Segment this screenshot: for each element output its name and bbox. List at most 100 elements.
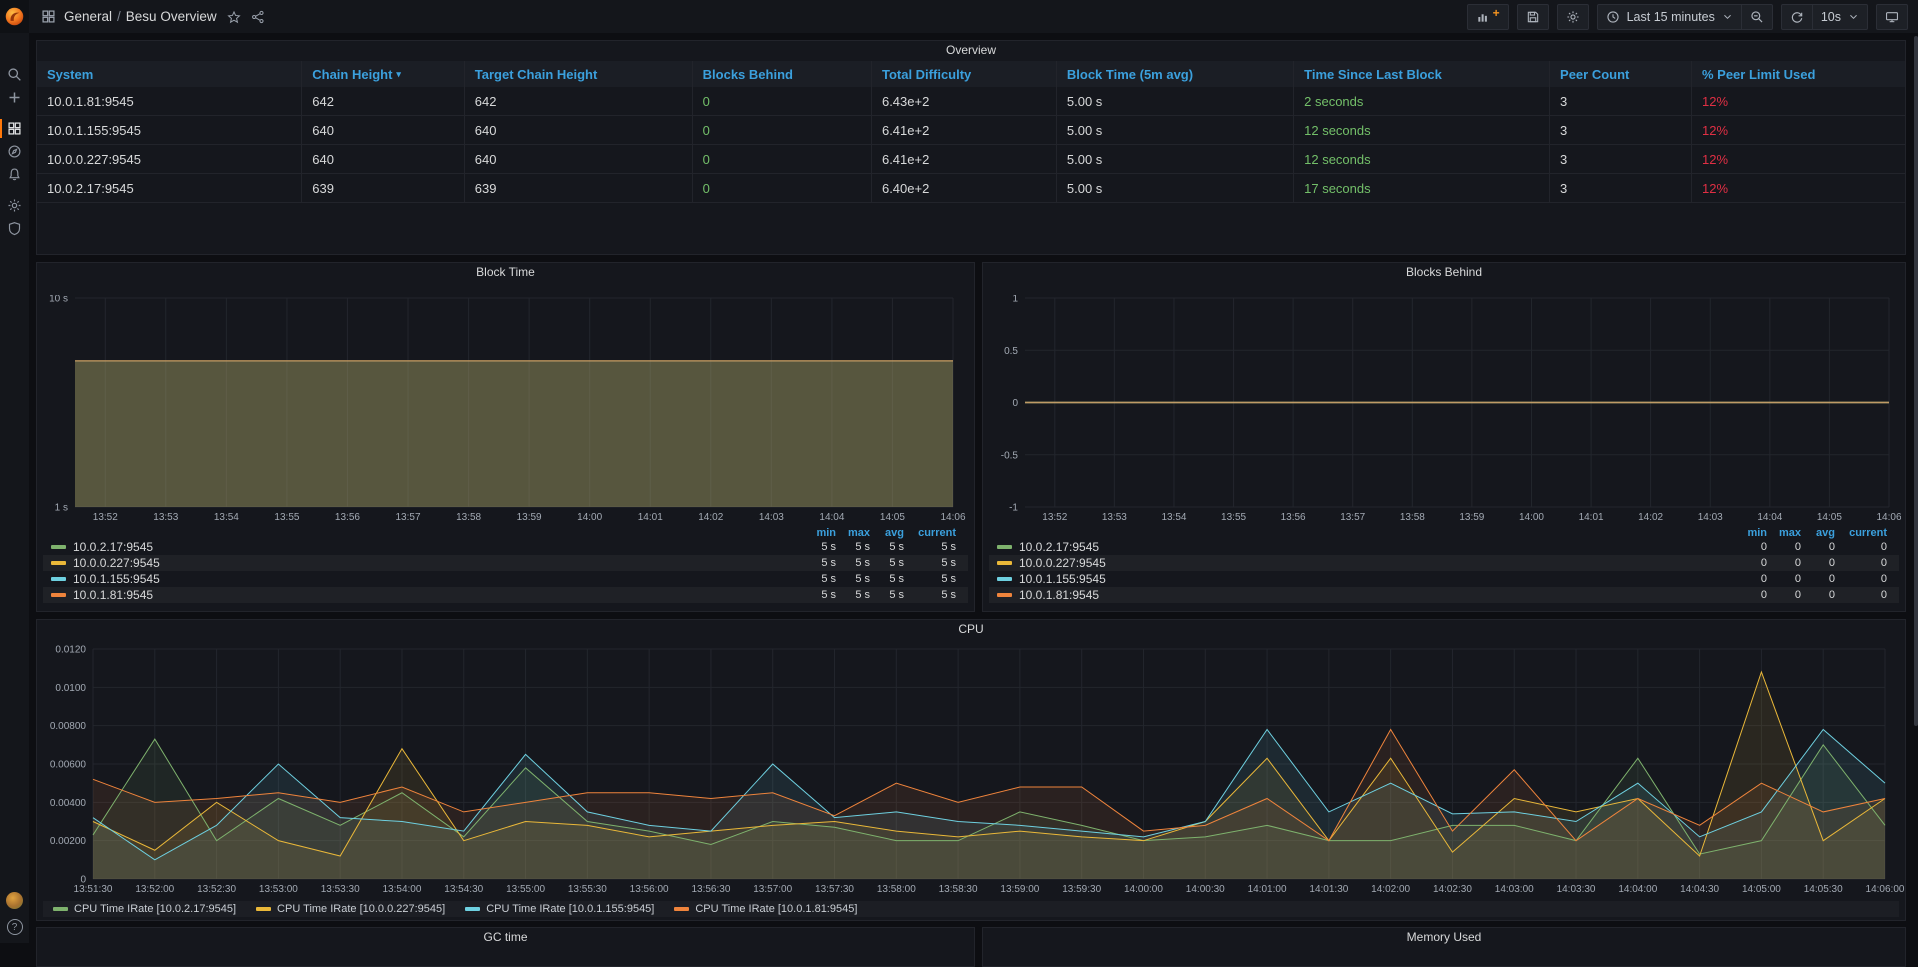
help-button[interactable]: ? [7,919,23,935]
table-cell: 17 seconds [1294,174,1550,203]
panel-title-block-time[interactable]: Block Time [37,263,974,281]
legend-series-item[interactable]: CPU Time IRate [10.0.1.81:9545] [674,903,857,915]
grafana-logo[interactable] [0,0,29,33]
table-cell: 642 [302,87,465,116]
table-cell: 5.00 s [1057,116,1294,145]
add-panel-icon [1476,10,1490,24]
refresh-button[interactable] [1781,4,1813,30]
legend-series-label[interactable]: 10.0.0.227:9545 [1019,556,1721,570]
search-button[interactable] [0,63,29,86]
cpu-chart: 0.01200.01000.008000.006000.004000.00200… [45,641,1907,897]
explore-button[interactable] [0,140,29,163]
x-tick-label: 13:55 [274,512,299,523]
panel-title-overview[interactable]: Overview [37,41,1905,59]
legend-swatch [997,577,1012,581]
create-button[interactable] [0,86,29,109]
star-dashboard-button[interactable] [227,10,241,24]
legend-series-label: CPU Time IRate [10.0.1.81:9545] [695,903,857,915]
add-panel-button[interactable]: + [1467,4,1509,30]
column-header[interactable]: % Peer Limit Used [1692,61,1905,87]
x-tick-label: 13:52:00 [135,884,174,895]
dashboard-settings-button[interactable] [1557,4,1589,30]
panel-title-memory-used[interactable]: Memory Used [983,928,1905,946]
legend-series-label[interactable]: 10.0.1.155:9545 [1019,572,1721,586]
breadcrumb-section[interactable]: General [64,9,112,24]
scrollbar-track [1913,33,1918,943]
user-avatar[interactable] [6,892,23,909]
column-header[interactable]: Total Difficulty [872,61,1057,87]
column-header[interactable]: Blocks Behind [693,61,872,87]
zoom-out-button[interactable] [1742,4,1773,30]
panel-title-blocks-behind[interactable]: Blocks Behind [983,263,1905,281]
legend-stat-value: 5 s [870,541,904,553]
x-tick-label: 13:56 [335,512,360,523]
legend-stat-header[interactable]: current [1835,527,1887,539]
legend-stat-value: 5 s [904,573,956,585]
legend-stat-value: 0 [1767,573,1801,585]
legend-series-label[interactable]: 10.0.2.17:9545 [73,540,790,554]
legend-series-label[interactable]: 10.0.1.155:9545 [73,572,790,586]
x-tick-label: 14:04 [819,512,844,523]
legend-stat-header[interactable]: min [790,527,836,539]
legend-stat-header[interactable]: min [1721,527,1767,539]
column-header[interactable]: Target Chain Height [465,61,693,87]
legend-series-label[interactable]: 10.0.0.227:9545 [73,556,790,570]
x-tick-label: 14:04 [1757,512,1782,523]
bell-icon [7,167,22,182]
alerting-button[interactable] [0,163,29,186]
legend-series-label[interactable]: 10.0.1.81:9545 [1019,588,1721,602]
legend-stat-value: 0 [1721,557,1767,569]
save-dashboard-button[interactable] [1517,4,1549,30]
panel-title-cpu[interactable]: CPU [37,620,1905,638]
cycle-view-mode-button[interactable] [1876,4,1908,30]
scrollbar-thumb[interactable] [1914,36,1918,726]
legend-stat-header[interactable]: max [836,527,870,539]
legend-stat-header[interactable]: avg [870,527,904,539]
legend-stat-header[interactable]: max [1767,527,1801,539]
legend-series-item[interactable]: CPU Time IRate [10.0.0.227:9545] [256,903,445,915]
column-header-label: Peer Count [1560,67,1629,82]
x-tick-label: 14:03 [1698,512,1723,523]
x-tick-label: 13:59 [517,512,542,523]
legend-row: 10.0.2.17:95450000 [989,539,1899,555]
time-range-label: Last 15 minutes [1627,10,1715,24]
y-tick-label: 1 [1012,295,1018,305]
table-cell: 0 [693,87,872,116]
legend-series-label[interactable]: 10.0.1.81:9545 [73,588,790,602]
table-cell: 640 [465,145,693,174]
y-tick-label: -0.5 [1001,450,1019,461]
legend-stat-header[interactable]: avg [1801,527,1835,539]
clock-icon [1606,10,1620,24]
legend-stat-header[interactable]: current [904,527,956,539]
x-tick-label: 13:58:00 [877,884,916,895]
column-header-label: Chain Height [312,67,392,82]
legend-swatch [997,593,1012,597]
column-header[interactable]: Block Time (5m avg) [1057,61,1294,87]
legend-row: 10.0.1.155:95450000 [989,571,1899,587]
panel-title-gc-time[interactable]: GC time [37,928,974,946]
legend-series-item[interactable]: CPU Time IRate [10.0.2.17:9545] [53,903,236,915]
configuration-button[interactable] [0,194,29,217]
legend-stat-value: 0 [1835,573,1887,585]
legend-swatch [53,907,68,911]
x-tick-label: 14:01:00 [1248,884,1287,895]
time-range-picker[interactable]: Last 15 minutes [1597,4,1742,30]
column-header[interactable]: System [37,61,302,87]
column-header-label: Target Chain Height [475,67,598,82]
table-cell: 642 [465,87,693,116]
legend-series-item[interactable]: CPU Time IRate [10.0.1.155:9545] [465,903,654,915]
column-header[interactable]: Chain Height▾ [302,61,465,87]
table-cell: 5.00 s [1057,87,1294,116]
legend-series-label[interactable]: 10.0.2.17:9545 [1019,540,1721,554]
dashboards-button[interactable] [0,117,29,140]
legend-stat-value: 5 s [836,589,870,601]
column-header[interactable]: Peer Count [1550,61,1692,87]
x-tick-label: 13:58 [456,512,481,523]
column-header[interactable]: Time Since Last Block [1294,61,1550,87]
table-cell: 6.41e+2 [872,145,1057,174]
share-dashboard-button[interactable] [251,10,265,24]
y-tick-label: 0.00600 [50,760,87,771]
refresh-interval-dropdown[interactable]: 10s [1813,4,1868,30]
legend-series-label: CPU Time IRate [10.0.0.227:9545] [277,903,445,915]
server-admin-button[interactable] [0,217,29,240]
